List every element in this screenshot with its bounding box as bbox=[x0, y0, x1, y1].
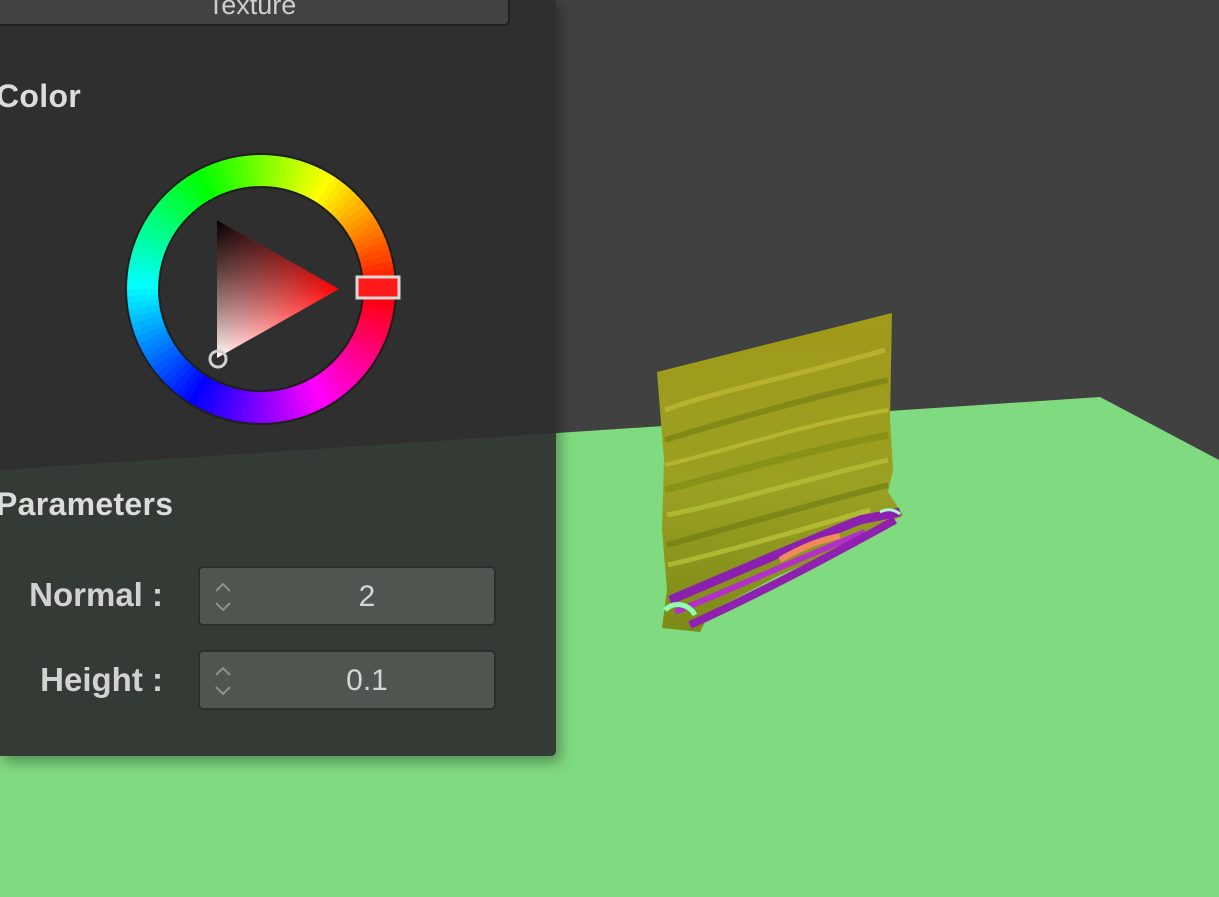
normal-label: Normal : bbox=[29, 576, 163, 613]
parameters-section-title: Parameters bbox=[0, 486, 174, 522]
height-value[interactable]: 0.1 bbox=[240, 652, 494, 708]
properties-panel: Texture Color Parameters Normal: 2 Heig… bbox=[0, 0, 556, 756]
saturation-value-triangle[interactable] bbox=[217, 220, 339, 358]
normal-value[interactable]: 2 bbox=[240, 568, 494, 624]
height-label: Height : bbox=[40, 661, 163, 698]
normal-spinbox[interactable]: 2 bbox=[198, 566, 496, 626]
height-stepper-arrows-icon[interactable] bbox=[212, 660, 234, 700]
height-spinbox[interactable]: 0.1 bbox=[198, 650, 496, 710]
texture-button[interactable]: Texture bbox=[0, 0, 510, 26]
color-picker[interactable] bbox=[120, 148, 404, 432]
normal-stepper-arrows-icon[interactable] bbox=[212, 576, 234, 616]
color-section-title: Color bbox=[0, 78, 82, 114]
hue-selector-handle[interactable] bbox=[355, 275, 401, 300]
